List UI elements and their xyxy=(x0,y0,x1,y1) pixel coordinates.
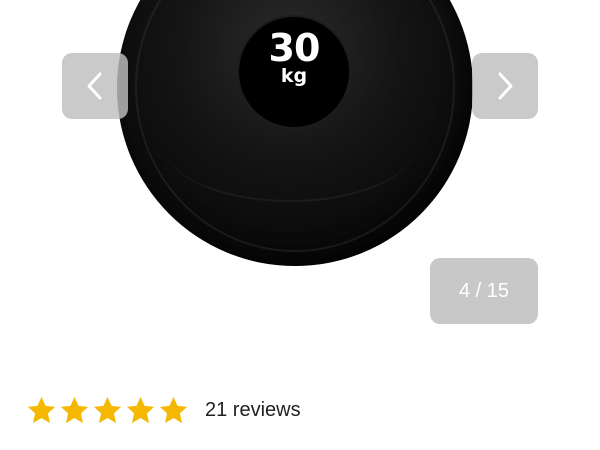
star-icon xyxy=(159,396,188,423)
reviews-link[interactable]: 21 reviews xyxy=(205,399,301,422)
star-icon xyxy=(93,396,122,423)
rating-row: 21 reviews xyxy=(26,392,301,428)
star-icon xyxy=(126,396,155,423)
image-counter: 4 / 15 xyxy=(430,258,538,324)
weight-unit: kg xyxy=(280,65,308,87)
star-icon xyxy=(60,396,89,423)
chevron-left-icon xyxy=(85,70,105,102)
star-icon xyxy=(27,396,56,423)
previous-image-button[interactable] xyxy=(62,53,128,119)
next-image-button[interactable] xyxy=(472,53,538,119)
product-page: 30 kg 4 / 15 21 reviews xyxy=(0,0,600,450)
weight-value: 30 xyxy=(268,26,321,70)
product-image-gallery[interactable]: 30 kg 4 / 15 xyxy=(0,0,600,345)
star-rating xyxy=(26,395,189,426)
chevron-right-icon xyxy=(495,70,515,102)
